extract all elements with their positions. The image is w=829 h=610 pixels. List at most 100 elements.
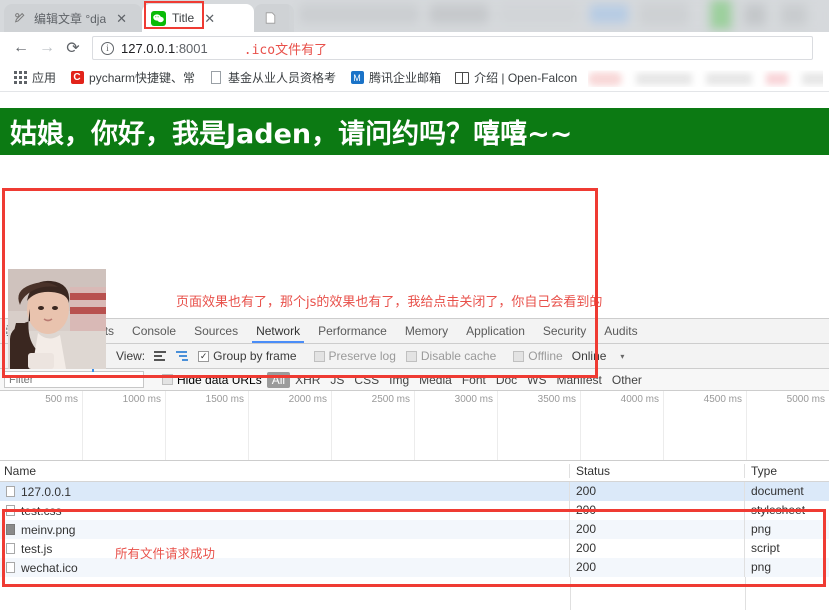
tab-close-icon[interactable]: ✕	[204, 12, 215, 25]
filter-type-xhr[interactable]: XHR	[290, 373, 325, 387]
offline-checkbox[interactable]: Offline	[513, 349, 563, 363]
chevron-down-icon[interactable]: ▾	[620, 352, 624, 361]
timeline-tick-label: 1000 ms	[122, 394, 161, 405]
column-header-type[interactable]: Type	[745, 464, 829, 478]
bookmark-apps[interactable]: 应用	[6, 69, 63, 86]
column-header-status[interactable]: Status	[570, 464, 745, 478]
row-name-cell: 127.0.0.1	[0, 482, 570, 501]
filter-type-media[interactable]: Media	[414, 373, 457, 387]
filter-input[interactable]	[4, 371, 144, 388]
timeline-tick-label: 3000 ms	[454, 394, 493, 405]
checkbox-icon	[513, 350, 525, 362]
page-viewport: 姑娘，你好，我是Jaden，请问约吗？嘻嘻~~ 页面效果也有了，那个js的效果也…	[0, 92, 829, 378]
table-row[interactable]: 127.0.0.1 200 document	[0, 482, 829, 501]
filter-type-doc[interactable]: Doc	[491, 373, 522, 387]
row-status: 200	[570, 520, 745, 539]
tab-sources[interactable]: Sources	[185, 319, 247, 343]
row-type: png	[751, 522, 772, 536]
bookmark-tencent-mail[interactable]: M 腾讯企业邮箱	[343, 69, 448, 86]
filter-type-css[interactable]: CSS	[349, 373, 384, 387]
timeline-tick: 3000 ms	[415, 391, 498, 460]
disable-cache-checkbox[interactable]: Disable cache	[405, 349, 497, 363]
book-icon	[455, 71, 470, 85]
table-row[interactable]: meinv.png 200 png	[0, 520, 829, 539]
bookmark-open-falcon[interactable]: 介绍 | Open-Falcon	[448, 69, 584, 86]
tab-close-icon[interactable]: ✕	[116, 12, 127, 25]
tab-security[interactable]: Security	[534, 319, 595, 343]
address-bar[interactable]: i 127.0.0.1:8001 .ico文件有了	[92, 36, 813, 60]
reload-button[interactable]: ⟳	[60, 35, 86, 61]
tab-label: Audits	[604, 324, 638, 338]
timeline-tick: 4500 ms	[664, 391, 747, 460]
filter-type-img[interactable]: Img	[384, 373, 414, 387]
tab-blurred[interactable]	[254, 4, 294, 32]
tab-memory[interactable]: Memory	[396, 319, 457, 343]
tab-performance[interactable]: Performance	[309, 319, 396, 343]
tab-application[interactable]: Application	[457, 319, 534, 343]
row-name-cell: wechat.ico	[0, 558, 570, 577]
row-name-cell: test.css	[0, 501, 570, 520]
filter-type-all[interactable]: All	[266, 371, 291, 388]
bookmarks-bar: 应用 C pycharm快捷键、常 基金从业人员资格考 M 腾讯企业邮箱 介绍 …	[0, 64, 829, 92]
column-divider	[745, 577, 746, 610]
tab-audits[interactable]: Audits	[595, 319, 646, 343]
preserve-log-checkbox[interactable]: Preserve log	[313, 349, 396, 363]
column-header-name[interactable]: Name	[0, 464, 570, 478]
bookmark-label: 基金从业人员资格考	[228, 71, 337, 85]
tab-label: Application	[466, 324, 525, 338]
network-timeline-overview[interactable]: 500 ms 1000 ms 1500 ms 2000 ms 2500 ms 3…	[0, 391, 829, 461]
checkbox-icon	[405, 350, 417, 362]
network-table-header: Name Status Type	[0, 461, 829, 482]
network-controls-bar: View: ✓ Group by frame Preserve log Disa…	[0, 344, 829, 372]
bookmark-label: 介绍 | Open-Falcon	[474, 71, 578, 85]
blurred-bookmarks-region	[588, 69, 823, 87]
info-icon[interactable]: i	[101, 41, 114, 55]
tab-title: 编辑文章 °dja	[34, 11, 107, 26]
list-view-icon[interactable]	[154, 351, 167, 361]
bookmark-fund-exam[interactable]: 基金从业人员资格考	[202, 69, 343, 86]
timeline-tick-label: 1500 ms	[205, 394, 244, 405]
timeline-tick: 3500 ms	[498, 391, 581, 460]
hide-data-urls-checkbox[interactable]: Hide data URLs	[162, 373, 262, 387]
timeline-tick-label: 3500 ms	[537, 394, 576, 405]
online-label[interactable]: Online	[572, 349, 607, 363]
row-status: 200	[570, 539, 745, 558]
network-filter-bar: Hide data URLs All XHR JS CSS Img Media …	[0, 369, 829, 391]
tab-console[interactable]: Console	[123, 319, 185, 343]
timeline-tick: 2000 ms	[249, 391, 332, 460]
doc-icon	[6, 543, 15, 554]
blank-icon	[262, 10, 278, 26]
table-row[interactable]: test.css 200 stylesheet	[0, 501, 829, 520]
row-name-cell: test.js	[0, 539, 570, 558]
group-by-frame-checkbox[interactable]: ✓ Group by frame	[198, 349, 297, 363]
row-name: meinv.png	[21, 522, 76, 537]
filter-type-manifest[interactable]: Manifest	[552, 373, 607, 387]
row-status: 200	[570, 558, 745, 577]
waterfall-view-icon[interactable]	[176, 351, 189, 361]
filter-type-ws[interactable]: WS	[522, 373, 551, 387]
timeline-tick: 1000 ms	[83, 391, 166, 460]
forward-button[interactable]: →	[34, 35, 60, 61]
tab-label: Performance	[318, 324, 387, 338]
tab-title-page[interactable]: Title ✕	[142, 4, 254, 32]
c-red-icon: C	[70, 71, 84, 85]
timeline-tick: 5000 ms	[747, 391, 829, 460]
checkbox-icon	[162, 374, 173, 385]
bookmark-pycharm[interactable]: C pycharm快捷键、常	[63, 69, 202, 86]
bookmark-label: pycharm快捷键、常	[89, 71, 196, 85]
back-button[interactable]: ←	[8, 35, 34, 61]
row-type: document	[751, 484, 804, 498]
tab-edit-article[interactable]: 编辑文章 °dja ✕	[4, 4, 142, 32]
disable-cache-label: Disable cache	[420, 349, 497, 363]
page-annotation-text: 页面效果也有了，那个js的效果也有了，我给点击关闭了，你自己会看到的	[176, 295, 603, 310]
row-type: script	[751, 541, 780, 555]
filter-type-font[interactable]: Font	[457, 373, 491, 387]
filter-type-js[interactable]: JS	[325, 373, 349, 387]
pencil-icon	[12, 10, 28, 26]
timeline-tick: 4000 ms	[581, 391, 664, 460]
tab-label: Network	[256, 324, 301, 338]
address-bar-url: 127.0.0.1:8001	[121, 41, 208, 56]
tab-network[interactable]: Network	[247, 319, 309, 343]
filter-type-other[interactable]: Other	[607, 373, 647, 387]
column-divider	[570, 577, 571, 610]
